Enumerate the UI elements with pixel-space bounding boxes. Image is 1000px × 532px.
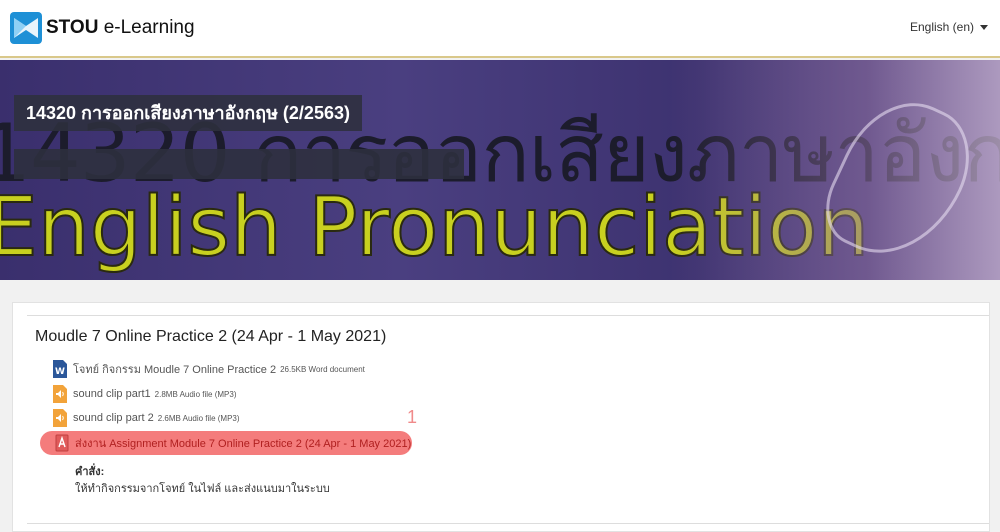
instructions-label: คำสั่ง: bbox=[75, 466, 105, 478]
activity-name[interactable]: ส่งงาน Assignment Module 7 Online Practi… bbox=[75, 434, 411, 452]
course-title: 14320 การออกเสียงภาษาอังกฤษ (2/2563) bbox=[14, 95, 362, 131]
section-divider bbox=[27, 315, 989, 316]
redacted-bar bbox=[14, 149, 464, 179]
assignment-icon bbox=[55, 434, 69, 452]
activity-name[interactable]: sound clip part 2 bbox=[73, 412, 154, 424]
activity-meta: 26.5KB Word document bbox=[280, 364, 365, 374]
stou-logo-icon bbox=[10, 12, 42, 44]
course-section-card: Moudle 7 Online Practice 2 (24 Apr - 1 M… bbox=[12, 302, 990, 532]
annotation-number: 1 bbox=[407, 407, 418, 427]
activity-name[interactable]: sound clip part1 bbox=[73, 388, 151, 400]
activity-audio-file[interactable]: sound clip part 2 2.6MB Audio file (MP3) bbox=[53, 408, 240, 428]
site-logo-link[interactable]: STOU e-Learning bbox=[10, 12, 195, 44]
top-navbar: STOU e-Learning English (en) bbox=[0, 0, 1000, 58]
activity-meta: 2.8MB Audio file (MP3) bbox=[154, 389, 237, 399]
audio-file-icon bbox=[53, 409, 67, 427]
activity-assignment[interactable]: ส่งงาน Assignment Module 7 Online Practi… bbox=[55, 433, 411, 453]
activity-audio-file[interactable]: sound clip part1 2.8MB Audio file (MP3) bbox=[53, 384, 236, 404]
activity-word-document[interactable]: W โจทย์ กิจกรรม Moudle 7 Online Practice… bbox=[53, 359, 365, 379]
audio-file-icon bbox=[53, 385, 67, 403]
activity-name[interactable]: โจทย์ กิจกรรม Moudle 7 Online Practice 2 bbox=[73, 360, 276, 378]
section-title: Moudle 7 Online Practice 2 (24 Apr - 1 M… bbox=[35, 328, 387, 345]
word-document-icon: W bbox=[53, 360, 67, 378]
site-name: STOU e-Learning bbox=[46, 17, 195, 38]
instructions-text: ให้ทำกิจกรรมจากโจทย์ ในไฟล์ และส่งแนบมาใ… bbox=[75, 483, 330, 495]
caret-down-icon[interactable] bbox=[980, 24, 988, 30]
language-label[interactable]: English (en) bbox=[910, 20, 974, 34]
section-divider bbox=[27, 523, 989, 524]
language-menu[interactable]: English (en) bbox=[910, 20, 988, 34]
activity-meta: 2.6MB Audio file (MP3) bbox=[157, 413, 240, 423]
svg-text:W: W bbox=[55, 367, 65, 377]
